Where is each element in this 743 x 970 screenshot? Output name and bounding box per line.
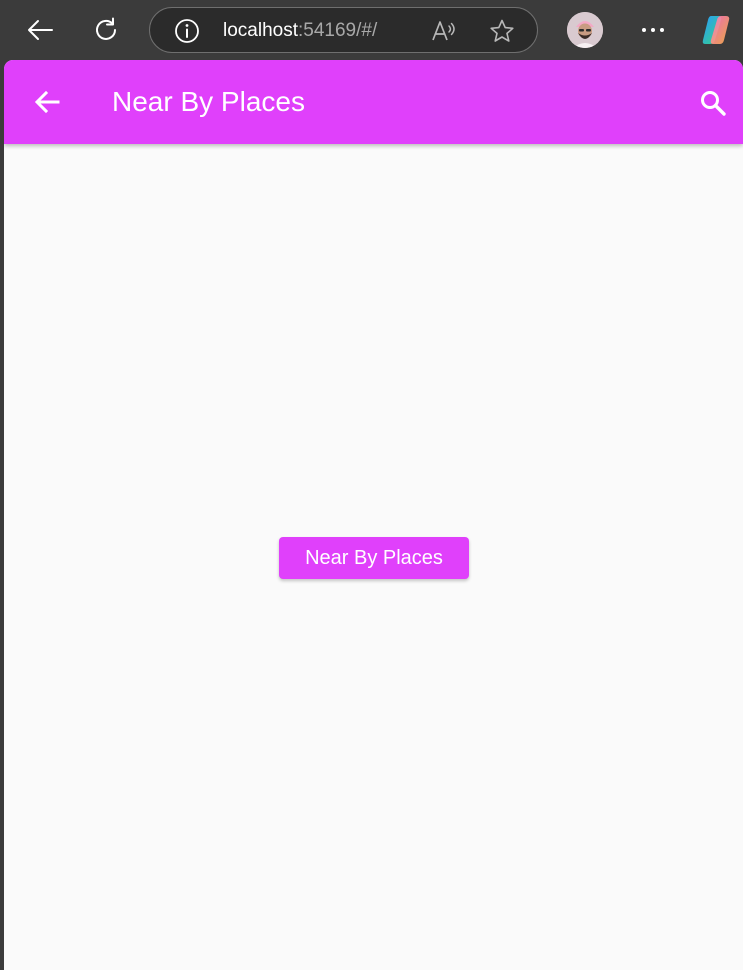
address-bar[interactable]: localhost:54169/#/ [149, 7, 538, 53]
url-host: localhost [223, 20, 298, 41]
search-icon [701, 91, 726, 116]
near-by-places-button[interactable]: Near By Places [279, 537, 469, 579]
back-arrow-icon [28, 20, 53, 40]
browser-reload-button[interactable] [86, 10, 126, 50]
back-button[interactable] [28, 83, 66, 121]
profile-picture-icon [567, 12, 603, 48]
search-button[interactable] [693, 83, 733, 123]
browser-back-button[interactable] [20, 10, 60, 50]
browser-menu-button[interactable] [633, 10, 673, 50]
arrow-back-icon [34, 90, 60, 114]
url-path: :54169/#/ [298, 20, 378, 41]
star-icon[interactable] [488, 18, 516, 44]
app-viewport: Near By Places Near By Places [4, 60, 743, 970]
page-title: Near By Places [112, 86, 305, 117]
copilot-icon[interactable] [699, 13, 733, 47]
url-text[interactable]: localhost:54169/#/ [223, 20, 377, 42]
read-aloud-icon[interactable] [430, 18, 458, 44]
app-bar: Near By Places [4, 60, 743, 144]
avatar[interactable] [567, 12, 603, 48]
more-icon [642, 28, 664, 32]
reload-icon [96, 17, 116, 40]
browser-toolbar: localhost:54169/#/ [0, 0, 743, 60]
info-icon[interactable] [174, 18, 200, 44]
